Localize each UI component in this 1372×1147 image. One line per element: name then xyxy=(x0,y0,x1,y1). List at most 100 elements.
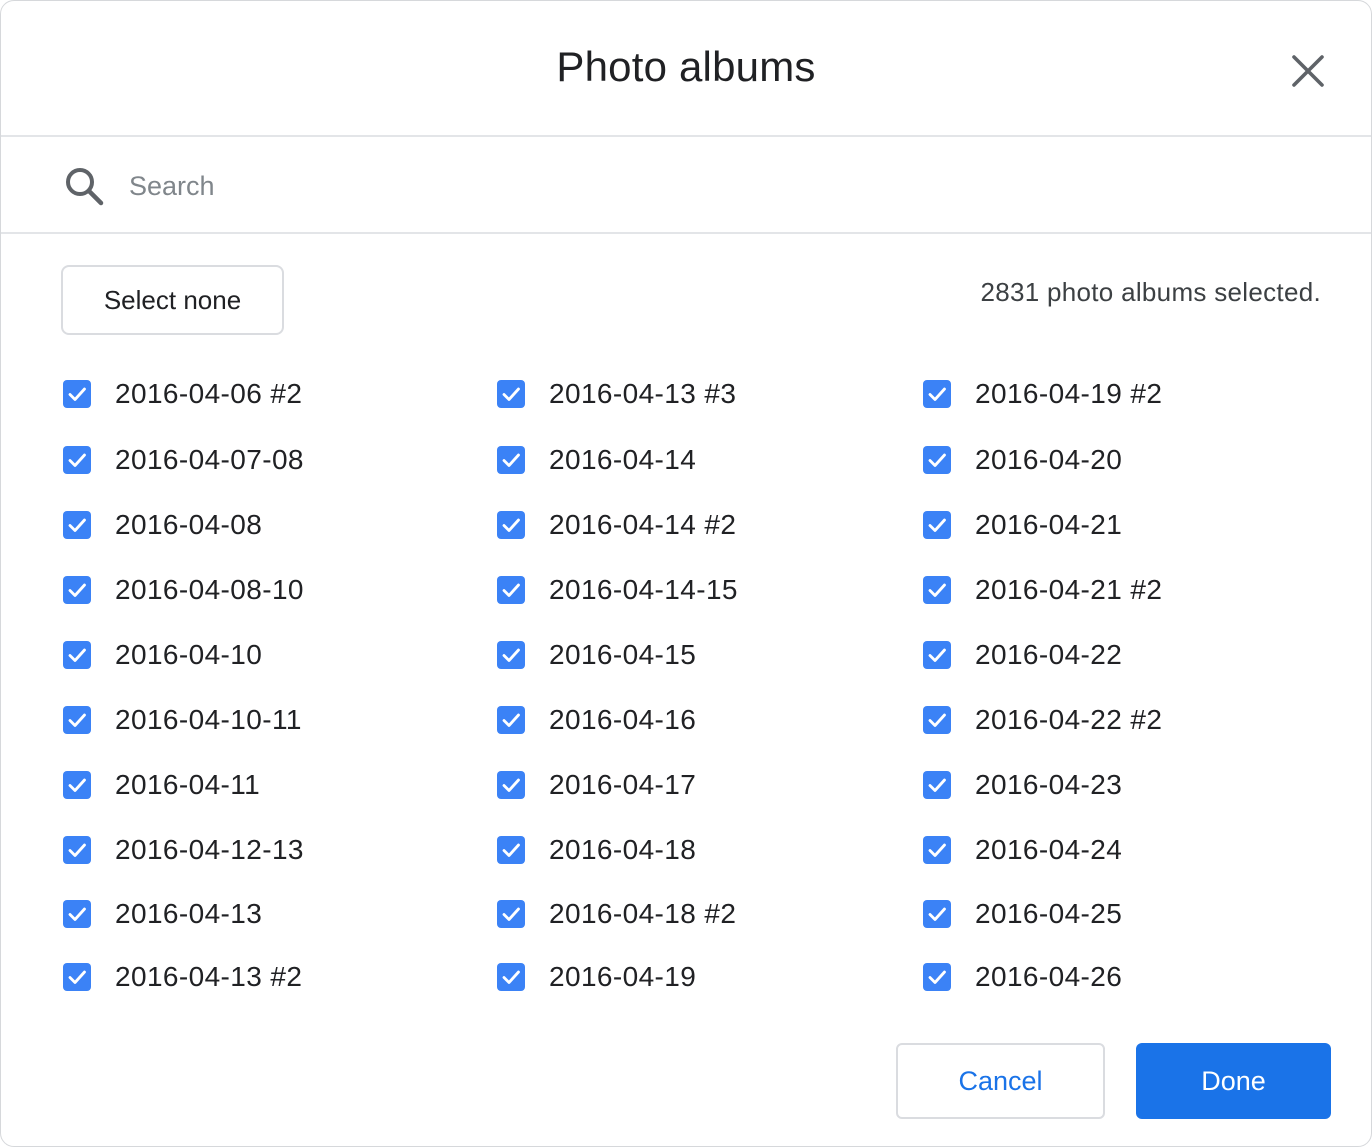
checkbox-checked-icon[interactable] xyxy=(63,446,91,474)
album-item[interactable]: 2016-04-08-10 xyxy=(63,565,304,615)
album-item[interactable]: 2016-04-15 xyxy=(497,630,696,680)
checkbox-checked-icon[interactable] xyxy=(497,511,525,539)
close-button[interactable] xyxy=(1284,47,1332,95)
album-item[interactable]: 2016-04-11 xyxy=(63,760,260,810)
album-item[interactable]: 2016-04-19 xyxy=(497,952,696,1002)
album-item[interactable]: 2016-04-13 xyxy=(63,889,262,939)
checkbox-checked-icon[interactable] xyxy=(63,706,91,734)
album-item[interactable]: 2016-04-21 xyxy=(923,500,1122,550)
photo-albums-dialog: Photo albums Select none 2831 photo albu… xyxy=(0,0,1372,1147)
album-label: 2016-04-14 #2 xyxy=(549,509,737,540)
checkbox-checked-icon[interactable] xyxy=(497,576,525,604)
checkbox-checked-icon[interactable] xyxy=(923,900,951,928)
album-item[interactable]: 2016-04-10 xyxy=(63,630,262,680)
album-label: 2016-04-10-11 xyxy=(115,704,302,735)
checkbox-checked-icon[interactable] xyxy=(63,380,91,408)
album-item[interactable]: 2016-04-17 xyxy=(497,760,696,810)
checkbox-checked-icon[interactable] xyxy=(923,706,951,734)
album-label: 2016-04-20 xyxy=(975,444,1123,475)
album-label: 2016-04-14-15 xyxy=(549,574,738,605)
checkbox-checked-icon[interactable] xyxy=(923,446,951,474)
album-label: 2016-04-19 xyxy=(549,961,697,992)
album-item[interactable]: 2016-04-13 #2 xyxy=(63,952,302,1002)
album-label: 2016-04-23 xyxy=(975,769,1123,800)
album-label: 2016-04-18 #2 xyxy=(549,898,737,929)
album-item[interactable]: 2016-04-22 xyxy=(923,630,1122,680)
checkbox-checked-icon[interactable] xyxy=(497,771,525,799)
search-bar xyxy=(1,137,1371,234)
select-none-button[interactable]: Select none xyxy=(61,265,284,335)
album-item[interactable]: 2016-04-26 xyxy=(923,952,1122,1002)
album-label: 2016-04-19 #2 xyxy=(975,378,1163,409)
album-item[interactable]: 2016-04-22 #2 xyxy=(923,695,1162,745)
album-label: 2016-04-16 xyxy=(549,704,697,735)
cancel-button[interactable]: Cancel xyxy=(896,1043,1105,1119)
album-item[interactable]: 2016-04-10-11 xyxy=(63,695,302,745)
album-label: 2016-04-07-08 xyxy=(115,444,304,475)
search-input[interactable] xyxy=(129,163,1309,209)
album-label: 2016-04-21 xyxy=(975,509,1123,540)
close-icon xyxy=(1292,55,1324,87)
checkbox-checked-icon[interactable] xyxy=(63,900,91,928)
album-item[interactable]: 2016-04-14-15 xyxy=(497,565,738,615)
album-list: 2016-04-06 #2 2016-04-07-08 2016-04-08 2016… xyxy=(1,361,1371,1011)
album-item[interactable]: 2016-04-16 xyxy=(497,695,696,745)
album-item[interactable]: 2016-04-06 #2 xyxy=(63,369,302,419)
checkbox-checked-icon[interactable] xyxy=(497,836,525,864)
album-item[interactable]: 2016-04-08 xyxy=(63,500,262,550)
dialog-header: Photo albums xyxy=(1,1,1371,137)
album-label: 2016-04-22 xyxy=(975,639,1123,670)
album-label: 2016-04-25 xyxy=(975,898,1123,929)
album-label: 2016-04-06 #2 xyxy=(115,378,303,409)
album-item[interactable]: 2016-04-18 xyxy=(497,825,696,875)
checkbox-checked-icon[interactable] xyxy=(923,641,951,669)
album-item[interactable]: 2016-04-20 xyxy=(923,435,1122,485)
checkbox-checked-icon[interactable] xyxy=(497,900,525,928)
album-label: 2016-04-12-13 xyxy=(115,834,304,865)
checkbox-checked-icon[interactable] xyxy=(63,963,91,991)
album-item[interactable]: 2016-04-18 #2 xyxy=(497,889,736,939)
album-item[interactable]: 2016-04-21 #2 xyxy=(923,565,1162,615)
album-label: 2016-04-13 xyxy=(115,898,263,929)
checkbox-checked-icon[interactable] xyxy=(63,641,91,669)
album-item[interactable]: 2016-04-24 xyxy=(923,825,1122,875)
album-label: 2016-04-15 xyxy=(549,639,697,670)
checkbox-checked-icon[interactable] xyxy=(923,511,951,539)
album-label: 2016-04-24 xyxy=(975,834,1123,865)
checkbox-checked-icon[interactable] xyxy=(923,836,951,864)
album-item[interactable]: 2016-04-13 #3 xyxy=(497,369,736,419)
album-item[interactable]: 2016-04-14 #2 xyxy=(497,500,736,550)
checkbox-checked-icon[interactable] xyxy=(497,706,525,734)
search-icon xyxy=(66,168,104,206)
album-item[interactable]: 2016-04-14 xyxy=(497,435,696,485)
done-button[interactable]: Done xyxy=(1136,1043,1331,1119)
album-label: 2016-04-08 xyxy=(115,509,263,540)
album-label: 2016-04-11 xyxy=(115,769,261,800)
dialog-title: Photo albums xyxy=(556,43,816,90)
album-item[interactable]: 2016-04-19 #2 xyxy=(923,369,1162,419)
checkbox-checked-icon[interactable] xyxy=(923,771,951,799)
album-label: 2016-04-26 xyxy=(975,961,1123,992)
album-label: 2016-04-13 #2 xyxy=(115,961,303,992)
checkbox-checked-icon[interactable] xyxy=(63,771,91,799)
album-item[interactable]: 2016-04-25 xyxy=(923,889,1122,939)
checkbox-checked-icon[interactable] xyxy=(923,380,951,408)
album-item[interactable]: 2016-04-23 xyxy=(923,760,1122,810)
checkbox-checked-icon[interactable] xyxy=(923,576,951,604)
checkbox-checked-icon[interactable] xyxy=(63,576,91,604)
album-label: 2016-04-18 xyxy=(549,834,697,865)
checkbox-checked-icon[interactable] xyxy=(497,380,525,408)
album-item[interactable]: 2016-04-07-08 xyxy=(63,435,304,485)
album-label: 2016-04-22 #2 xyxy=(975,704,1163,735)
album-label: 2016-04-08-10 xyxy=(115,574,304,605)
album-label: 2016-04-17 xyxy=(549,769,697,800)
checkbox-checked-icon[interactable] xyxy=(923,963,951,991)
album-item[interactable]: 2016-04-12-13 xyxy=(63,825,304,875)
checkbox-checked-icon[interactable] xyxy=(63,836,91,864)
album-label: 2016-04-10 xyxy=(115,639,263,670)
checkbox-checked-icon[interactable] xyxy=(497,641,525,669)
checkbox-checked-icon[interactable] xyxy=(63,511,91,539)
checkbox-checked-icon[interactable] xyxy=(497,446,525,474)
album-label: 2016-04-21 #2 xyxy=(975,574,1163,605)
checkbox-checked-icon[interactable] xyxy=(497,963,525,991)
